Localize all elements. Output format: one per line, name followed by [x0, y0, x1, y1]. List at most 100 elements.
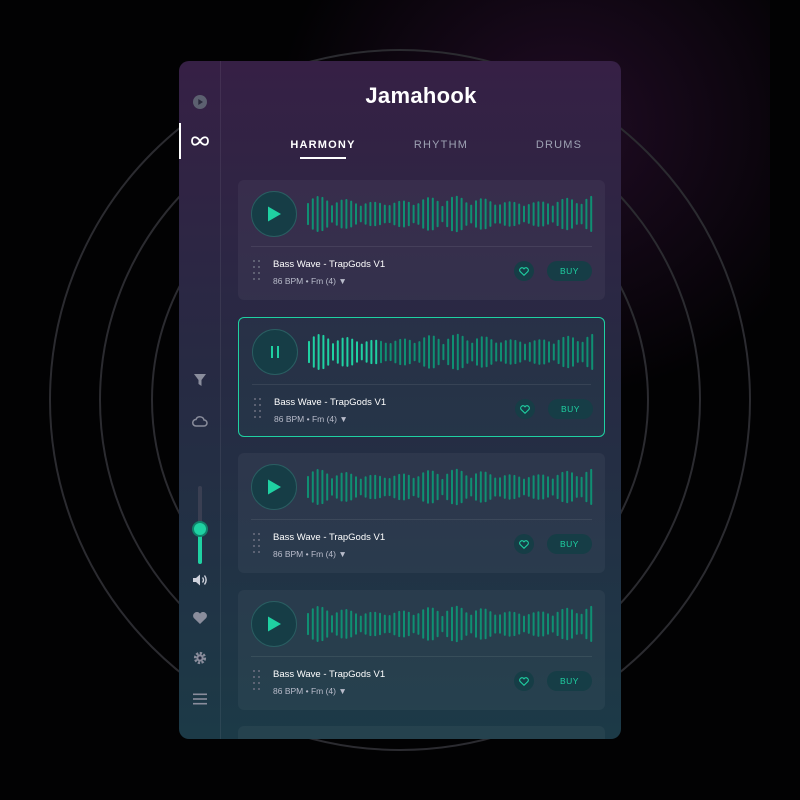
buy-button[interactable]: BUY [547, 261, 592, 281]
play-button[interactable] [251, 601, 297, 647]
waveform-bar [575, 613, 578, 635]
waveform-bar [326, 473, 329, 501]
waveform-bar [552, 343, 555, 361]
waveform-bar [465, 202, 468, 226]
pause-button[interactable] [252, 329, 298, 375]
cloud-icon[interactable] [179, 409, 221, 433]
waveform-bar [359, 615, 362, 633]
waveform[interactable] [306, 191, 594, 237]
waveform-bar [422, 199, 425, 229]
waveform-bar [523, 478, 525, 496]
waveform-bar [548, 341, 550, 363]
waveform-bar [446, 473, 449, 501]
tab-harmony[interactable]: HARMONY [263, 139, 383, 151]
play-button[interactable] [251, 464, 297, 510]
waveform-bar [451, 606, 453, 642]
track-title: Bass Wave - TrapGods V1 [273, 259, 386, 270]
gear-icon[interactable] [179, 646, 221, 670]
waveform-bar [575, 476, 578, 498]
waveform-bar [513, 611, 516, 637]
waveform-bar [513, 201, 516, 227]
buy-button[interactable]: BUY [547, 534, 592, 554]
waveform-bar [359, 205, 362, 223]
waveform-bar [523, 615, 525, 633]
waveform-bar [340, 472, 343, 502]
waveform-bar [551, 478, 554, 496]
waveform-bar [465, 612, 468, 636]
track-bpm: 86 BPM [273, 276, 304, 286]
waveform-bar [490, 339, 493, 365]
waveform-bar [398, 200, 401, 228]
waveform-bar [369, 201, 372, 227]
waveform-bar [503, 202, 506, 226]
waveform-bar [470, 477, 473, 497]
tab-drums[interactable]: DRUMS [499, 139, 619, 151]
favorite-button[interactable] [515, 399, 535, 419]
waveform-bar [590, 605, 593, 642]
waveform-bar [428, 335, 430, 369]
waveform-bar [451, 469, 453, 505]
drag-handle-icon[interactable] [252, 532, 262, 554]
favorite-button[interactable] [514, 261, 534, 281]
waveform-bar [533, 340, 536, 364]
waveform[interactable] [307, 329, 595, 375]
drag-handle-icon[interactable] [252, 259, 262, 281]
app-logo: Jamahook [365, 83, 477, 108]
waveform-bar [484, 608, 487, 640]
waveform-bar [508, 201, 511, 227]
waveform-bar [321, 196, 324, 232]
waveform[interactable] [306, 464, 594, 510]
play-button[interactable] [251, 191, 297, 237]
heart-icon[interactable] [179, 606, 221, 630]
favorite-button[interactable] [514, 534, 534, 554]
waveform-bar [417, 203, 420, 225]
filter-icon[interactable] [179, 368, 221, 392]
waveform-bar [331, 615, 333, 633]
waveform-bar [527, 204, 530, 224]
waveform-bar [399, 338, 402, 366]
waveform-bar [451, 196, 453, 232]
drag-handle-icon[interactable] [252, 669, 262, 691]
card-divider [251, 246, 592, 247]
key-dropdown-icon[interactable]: ▼ [338, 549, 346, 559]
speaker-icon[interactable] [179, 568, 221, 592]
waveform-bar [345, 199, 348, 229]
waveform-bar [580, 613, 583, 635]
waveform-bar [556, 611, 559, 637]
tab-rhythm[interactable]: RHYTHM [381, 139, 501, 151]
waveform-bar [383, 477, 386, 497]
waveform-bar [455, 195, 458, 233]
waveform-bar [413, 342, 416, 362]
volume-slider-handle[interactable] [192, 521, 208, 537]
waveform-bar [335, 475, 338, 499]
favorite-button[interactable] [514, 671, 534, 691]
buy-button[interactable]: BUY [547, 671, 592, 691]
waveform-bar [423, 337, 426, 367]
waveform-bar [519, 341, 522, 363]
waveform-bar [398, 473, 401, 501]
waveform-bar [479, 198, 482, 230]
waveform-bar [326, 610, 329, 638]
sidebar [179, 61, 221, 739]
waveform-bar [321, 606, 324, 642]
waveform-bar [557, 339, 560, 365]
drag-handle-icon[interactable] [253, 397, 263, 419]
key-dropdown-icon[interactable]: ▼ [338, 276, 346, 286]
key-dropdown-icon[interactable]: ▼ [338, 686, 346, 696]
waveform-bar [590, 468, 593, 505]
key-dropdown-icon[interactable]: ▼ [339, 414, 347, 424]
waveform-bar [475, 473, 477, 501]
waveform-bar [460, 607, 463, 641]
waveform[interactable] [306, 601, 594, 647]
infinity-icon[interactable] [179, 129, 221, 153]
waveform-bar [383, 204, 386, 224]
menu-icon[interactable] [179, 687, 221, 711]
waveform-bar [476, 338, 478, 366]
waveform-bar [355, 476, 357, 498]
pause-icon [271, 346, 279, 358]
waveform-bar [417, 476, 420, 498]
play-circle-icon[interactable] [179, 90, 221, 114]
track-card: Bass Wave - TrapGods V1 86 BPM • Fm (4) … [238, 180, 605, 300]
buy-button[interactable]: BUY [548, 399, 593, 419]
waveform-bar [369, 611, 372, 637]
